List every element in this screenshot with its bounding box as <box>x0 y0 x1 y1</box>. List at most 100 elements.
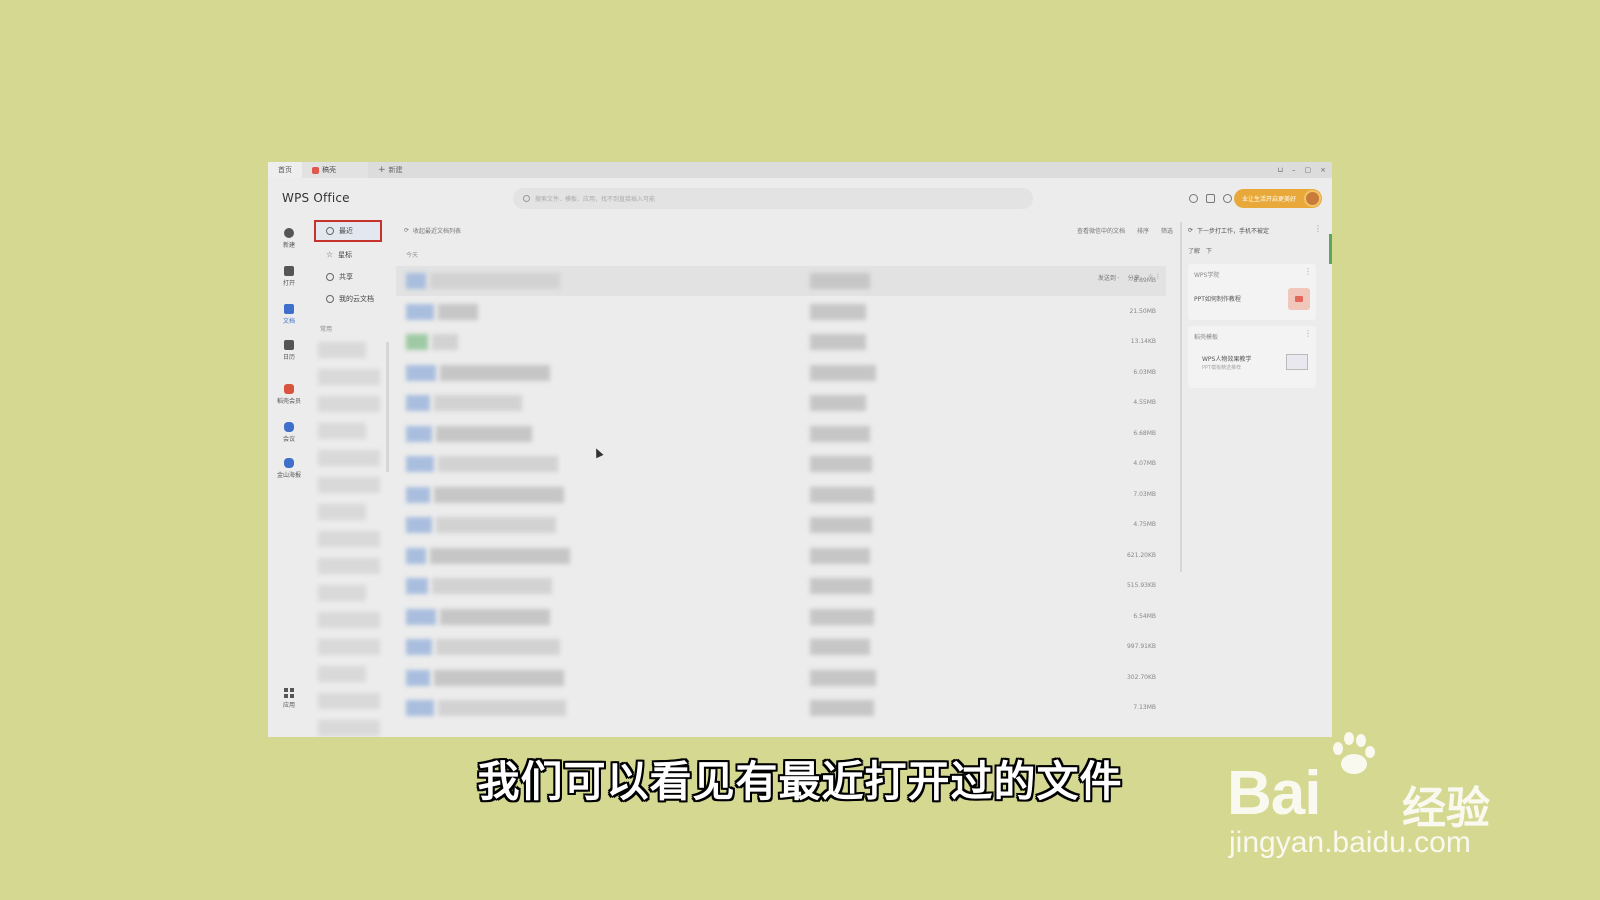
search-bar[interactable]: 搜索文件、模板、应用，找不到直接插入可能 <box>513 188 1033 209</box>
subnav-shared[interactable]: 共享 <box>314 266 382 288</box>
download-link[interactable]: 下 <box>1206 246 1212 255</box>
nav-poster[interactable]: 金山海报 <box>268 458 310 479</box>
tab-bar: 首页 稿壳 + 新建 ⊔ – ▢ × <box>268 162 1332 178</box>
plus-icon: + <box>378 165 386 175</box>
template-thumbnail <box>1286 354 1308 370</box>
file-row[interactable]: 21.50MB <box>396 297 1166 327</box>
tab-document[interactable]: 稿壳 <box>302 162 368 178</box>
refresh-icon: ⟳ <box>404 227 410 234</box>
member-button[interactable]: 业让生活开启更美好 <box>1234 189 1322 208</box>
collapse-list-toggle[interactable]: ⟳ 收起最近文档列表 <box>404 226 461 235</box>
docer-icon <box>312 166 319 174</box>
file-row[interactable]: 13.14KB <box>396 327 1166 357</box>
avatar[interactable] <box>1304 190 1321 207</box>
blurred-folder-list <box>318 342 388 737</box>
file-location-blurred <box>810 608 874 625</box>
file-row[interactable]: 6.03MB <box>396 358 1166 388</box>
folder-icon <box>284 266 294 276</box>
maximize-icon[interactable]: ▢ <box>1305 166 1312 174</box>
sync-icon[interactable] <box>1189 194 1198 203</box>
skin-icon[interactable] <box>1206 194 1215 203</box>
file-row[interactable]: 302.70KB <box>396 663 1166 693</box>
file-size: 6.03MB <box>1133 368 1156 376</box>
right-panel-scrollbar[interactable] <box>1329 234 1332 264</box>
folder-item-blurred <box>318 639 380 655</box>
subnav-shared-label: 共享 <box>339 273 353 281</box>
file-row[interactable]: 4.55MB <box>396 388 1166 418</box>
file-row[interactable]: 4.75MB <box>396 510 1166 540</box>
subnav-recent[interactable]: 最近 <box>314 220 382 242</box>
file-location-blurred <box>810 547 870 564</box>
file-size: 4.07MB <box>1133 460 1156 467</box>
template-card[interactable]: 稻壳模板 ⋮ WPS人物效果教学 PPT模板精选推荐 <box>1188 326 1316 388</box>
tab-new[interactable]: + 新建 <box>368 162 413 178</box>
file-row[interactable]: 8.89MB <box>396 266 1166 296</box>
file-row[interactable]: 7.03MB <box>396 480 1166 510</box>
subnav-scrollbar[interactable] <box>386 342 389 472</box>
tab-home[interactable]: 首页 <box>268 162 302 178</box>
file-location-blurred <box>810 273 870 289</box>
subnav-starred[interactable]: ☆ 星标 <box>314 244 382 266</box>
star-icon: ☆ <box>326 250 334 259</box>
file-row[interactable]: 997.91KB <box>396 632 1166 662</box>
nav-documents[interactable]: 文档 <box>268 304 310 325</box>
calendar-icon <box>284 340 294 350</box>
wechat-docs-button[interactable]: 查看微信中的文档 <box>1077 226 1125 235</box>
close-icon[interactable]: × <box>1320 166 1326 174</box>
file-size: 21.50MB <box>1129 307 1156 315</box>
sort-button[interactable]: 排序 <box>1137 226 1149 235</box>
wps-academy-card[interactable]: WPS学院 ⋮ PPT如何制作教程 <box>1188 264 1316 320</box>
file-type-icon <box>406 578 428 594</box>
file-location-blurred <box>810 700 874 716</box>
plus-icon <box>284 228 294 238</box>
more-icon[interactable]: ⋮ <box>1304 267 1312 276</box>
file-size: 515.93KB <box>1126 582 1156 589</box>
learn-link[interactable]: 了解 <box>1188 246 1200 255</box>
file-type-icon <box>406 303 434 320</box>
video-thumbnail <box>1288 288 1310 310</box>
subnav-cloud[interactable]: 我的云文档 <box>314 288 382 310</box>
minimize-icon[interactable]: – <box>1292 166 1296 174</box>
file-row[interactable]: 515.93KB <box>396 571 1166 601</box>
pin-icon[interactable]: ⊔ <box>1278 166 1283 174</box>
meeting-icon <box>284 422 294 432</box>
file-row[interactable]: 621.20KB <box>396 541 1166 571</box>
nav-open[interactable]: 打开 <box>268 266 310 287</box>
folder-item-blurred <box>318 450 380 466</box>
nav-calendar[interactable]: 日历 <box>268 340 310 361</box>
more-icon[interactable]: ⋮ <box>1314 224 1322 233</box>
file-row[interactable]: 7.13MB <box>396 693 1166 723</box>
file-size: 997.91KB <box>1126 643 1156 650</box>
watermark-url: jingyan.baidu.com <box>1229 826 1471 859</box>
right-panel-links: 了解 下 <box>1188 246 1212 255</box>
more-icon[interactable]: ⋮ <box>1304 329 1312 338</box>
file-location-blurred <box>810 456 872 472</box>
header: WPS Office 搜索文件、模板、应用，找不到直接插入可能 业让生活开启更美… <box>268 178 1332 220</box>
nav-apps[interactable]: 应用 <box>268 688 310 709</box>
card-head: 稻壳模板 <box>1194 334 1219 341</box>
file-row[interactable]: 6.68MB <box>396 419 1166 449</box>
paw-icon <box>1327 728 1377 778</box>
list-tools: 查看微信中的文档 排序 筛选 <box>1077 226 1173 235</box>
poster-icon <box>284 458 294 468</box>
clock-icon <box>326 227 334 235</box>
nav-open-label: 打开 <box>282 280 295 287</box>
nav-new[interactable]: 新建 <box>268 228 310 249</box>
file-name-blurred <box>434 669 564 686</box>
file-row[interactable]: 4.07MB <box>396 449 1166 479</box>
file-location-blurred <box>810 425 870 442</box>
file-location-blurred <box>810 486 874 503</box>
card-text: WPS人物效果教学 <box>1202 356 1252 363</box>
filter-button[interactable]: 筛选 <box>1161 226 1173 235</box>
search-input[interactable]: 搜索文件、模板、应用，找不到直接插入可能 <box>535 194 655 203</box>
file-row[interactable]: 6.54MB <box>396 602 1166 632</box>
file-name-blurred <box>434 486 564 503</box>
member-button-label: 业让生活开启更美好 <box>1242 196 1297 203</box>
nav-meeting[interactable]: 会议 <box>268 422 310 443</box>
file-type-icon <box>406 517 432 533</box>
nav-docer[interactable]: 稻壳会员 <box>268 384 310 405</box>
file-size: 7.13MB <box>1133 704 1156 711</box>
settings-icon[interactable] <box>1223 194 1232 203</box>
search-icon <box>523 195 530 202</box>
file-size: 4.55MB <box>1133 399 1156 406</box>
